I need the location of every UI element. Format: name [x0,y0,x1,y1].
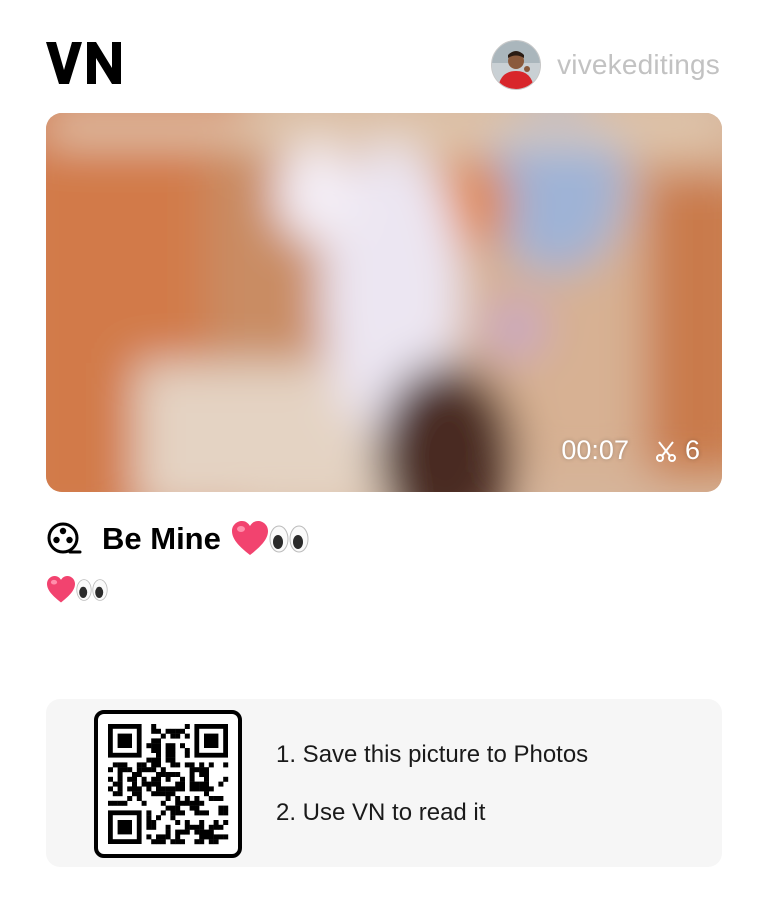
qr-step-1: 1. Save this picture to Photos [276,741,589,768]
eyes-emoji [269,525,309,553]
qr-code-image [108,724,229,845]
pink-heart-emoji [47,576,75,603]
user-profile[interactable]: vivekeditings [491,40,720,90]
eyes-emoji [76,579,108,601]
qr-instructions: 1. Save this picture to Photos 2. Use VN… [276,735,588,851]
pink-heart-emoji [231,521,268,555]
vn-share-page: VN vivekeditings [0,0,768,912]
username[interactable]: vivekeditings [557,49,720,81]
user-avatar[interactable] [491,40,542,90]
project-description [46,572,108,608]
qr-code [94,710,242,858]
video-meta: 00:07 6 [561,435,700,466]
project-title: Be Mine [102,521,309,557]
video-duration: 00:07 [561,435,629,465]
scissors-icon [655,440,676,462]
video-thumbnail[interactable]: 00:07 6 [46,113,722,492]
title-emojis [231,521,309,557]
qr-step-2: 2. Use VN to read it [276,799,486,826]
vn-logo: VN [46,42,121,84]
project-title-row: Be Mine [46,516,309,562]
qr-card: 1. Save this picture to Photos 2. Use VN… [46,699,722,867]
film-reel-icon [47,522,82,554]
project-title-text: Be Mine [102,521,221,556]
clip-count: 6 [684,435,700,465]
